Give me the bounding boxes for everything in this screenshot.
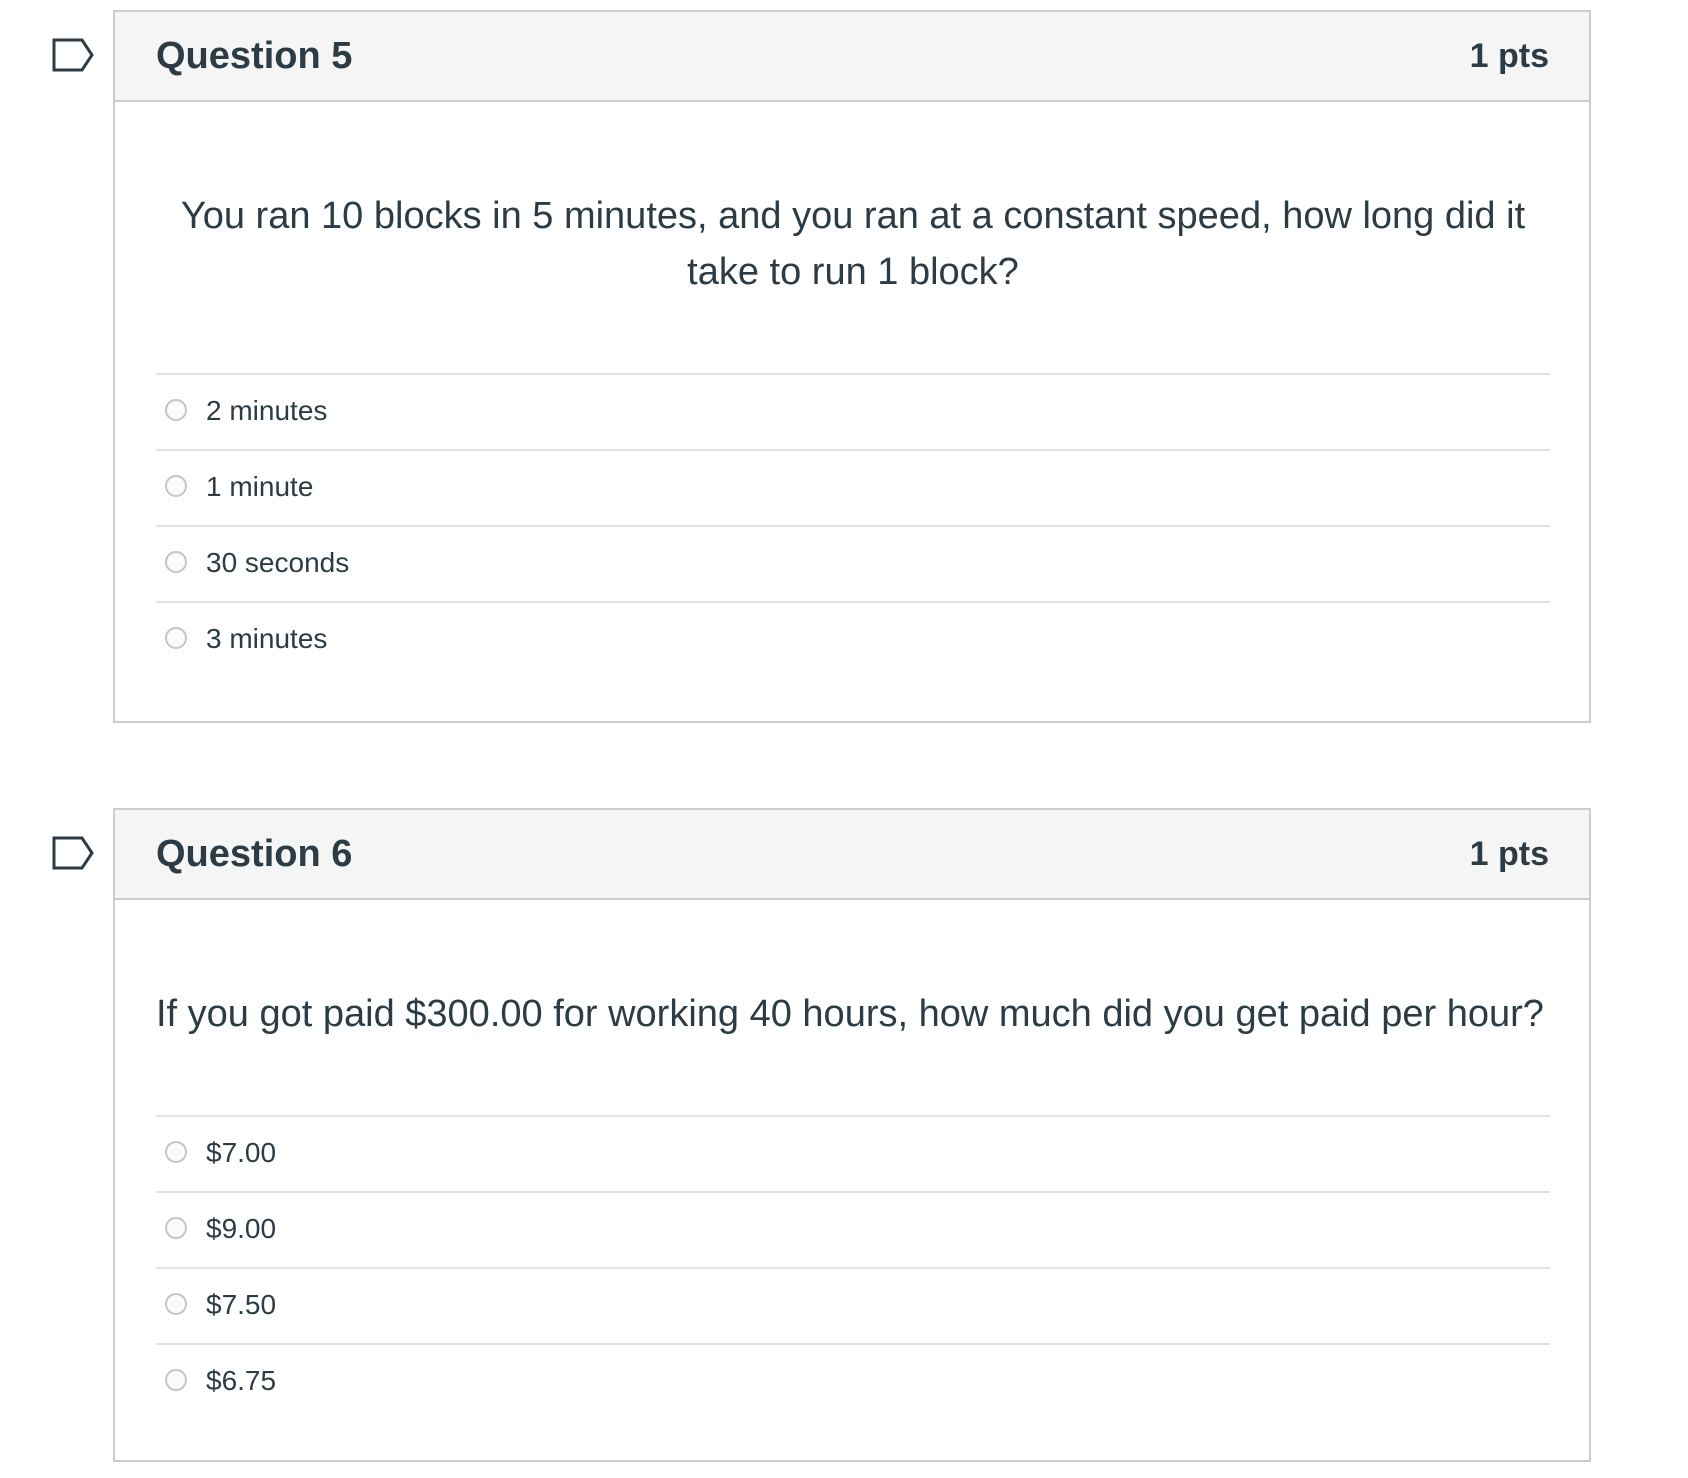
flag-question-5-icon[interactable] — [52, 38, 96, 72]
answer-label: 30 seconds — [206, 547, 350, 578]
question-points: 1 pts — [1469, 835, 1549, 873]
answer-option[interactable]: 2 minutes — [156, 375, 1550, 451]
question-title: Question 5 — [156, 35, 353, 77]
radio-button[interactable] — [165, 551, 187, 573]
radio-button[interactable] — [165, 627, 187, 649]
answer-label: $9.00 — [206, 1213, 277, 1244]
flag-question-6-icon[interactable] — [52, 836, 96, 870]
radio-button[interactable] — [165, 1369, 187, 1391]
answer-list: 2 minutes 1 minute 30 seconds 3 minutes — [156, 373, 1550, 679]
question-text: You ran 10 blocks in 5 minutes, and you … — [180, 195, 1526, 293]
radio-button[interactable] — [165, 1217, 187, 1239]
question-card: Question 6 1 pts If you got paid $300.00… — [113, 808, 1591, 1462]
answer-label: $7.50 — [206, 1289, 277, 1320]
answer-label: $7.00 — [206, 1137, 277, 1168]
question-header: Question 5 1 pts — [115, 12, 1589, 102]
question-text: If you got paid $300.00 for working 40 h… — [156, 993, 1544, 1035]
question-points: 1 pts — [1469, 37, 1549, 75]
answer-option[interactable]: $6.75 — [156, 1345, 1550, 1421]
question-header: Question 6 1 pts — [115, 810, 1589, 900]
answer-option[interactable]: 1 minute — [156, 451, 1550, 527]
answer-label: 3 minutes — [206, 623, 328, 654]
answer-option[interactable]: $9.00 — [156, 1193, 1550, 1269]
answer-option[interactable]: 30 seconds — [156, 527, 1550, 603]
answer-option[interactable]: $7.00 — [156, 1117, 1550, 1193]
question-title: Question 6 — [156, 833, 353, 875]
question-card: Question 5 1 pts You ran 10 blocks in 5 … — [113, 10, 1591, 723]
answer-option[interactable]: 3 minutes — [156, 603, 1550, 679]
answer-label: 1 minute — [206, 471, 314, 502]
answer-option[interactable]: $7.50 — [156, 1269, 1550, 1345]
answer-list: $7.00 $9.00 $7.50 $6.75 — [156, 1115, 1550, 1421]
radio-button[interactable] — [165, 1293, 187, 1315]
radio-button[interactable] — [165, 475, 187, 497]
radio-button[interactable] — [165, 1141, 187, 1163]
answer-label: $6.75 — [206, 1365, 277, 1396]
radio-button[interactable] — [165, 399, 187, 421]
answer-label: 2 minutes — [206, 395, 328, 426]
